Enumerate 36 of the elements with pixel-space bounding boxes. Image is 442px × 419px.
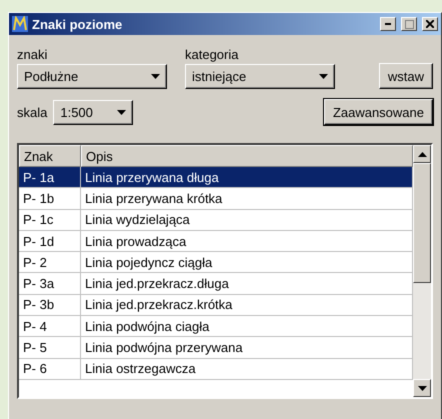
table-row[interactable]: P- 6 Linia ostrzegawcza <box>19 358 413 380</box>
minimize-icon <box>385 23 391 25</box>
close-button[interactable] <box>422 17 438 31</box>
field-label: kategoria <box>185 47 240 62</box>
table-row[interactable]: P- 1c Linia wydzielająca <box>19 210 413 231</box>
dropdown-arrow-icon <box>151 74 160 79</box>
dropdown[interactable]: Podłużne <box>17 64 167 89</box>
window-title: Znaki poziome <box>32 16 124 32</box>
scrollbar[interactable] <box>413 145 431 397</box>
scroll-down-icon <box>418 386 426 390</box>
table-row[interactable]: P- 1b Linia przerywana krótka <box>19 188 413 210</box>
column-header[interactable]: Opis <box>81 145 413 167</box>
table-row[interactable]: P- 1d Linia prowadząca <box>19 230 413 252</box>
maximize-button[interactable] <box>401 17 417 31</box>
table-row[interactable]: P- 1a Linia przerywana długa <box>19 167 413 188</box>
dropdown-arrow-icon <box>319 74 328 79</box>
table-row[interactable]: P- 2 Linia pojedyncz ciągła <box>19 252 413 274</box>
scroll-up-icon <box>418 152 426 156</box>
minimize-button[interactable] <box>380 17 396 31</box>
dropdown-arrow-icon <box>117 110 126 114</box>
scale-label: skala <box>17 104 48 120</box>
dropdown[interactable]: istniejące <box>185 64 335 89</box>
column-header[interactable]: Znak <box>19 145 81 167</box>
field-label: znaki <box>17 47 48 62</box>
insert-button[interactable]: wstaw <box>378 63 433 89</box>
table-cell: P- 6 <box>19 358 81 380</box>
table-row[interactable]: P- 3b Linia jed.przekracz.krótka <box>19 294 413 316</box>
maximize-icon <box>404 20 414 28</box>
app-icon <box>12 16 28 32</box>
table-row[interactable]: P- 3a Linia jed.przekracz.długa <box>19 273 413 295</box>
table-row[interactable]: P- 4 Linia podwójna ciagła <box>19 316 413 338</box>
table-row[interactable]: P- 5 Linia podwójna przerywana <box>19 337 413 359</box>
advanced-button[interactable]: Zaawansowane <box>324 99 433 125</box>
close-icon <box>426 20 434 28</box>
scale-dropdown[interactable]: 1:500 <box>53 100 134 124</box>
table-cell: Linia ostrzegawcza <box>81 358 413 380</box>
